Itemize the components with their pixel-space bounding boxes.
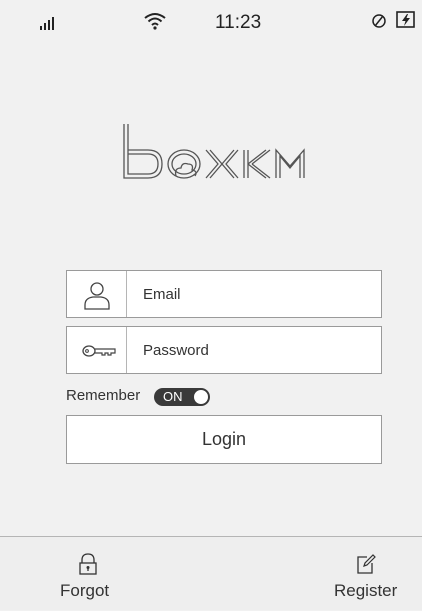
register-label: Register [334, 581, 398, 600]
status-time: 11:23 [215, 12, 262, 33]
bottom-bar: Forgot Register [0, 536, 422, 610]
rotation-lock-icon [372, 14, 386, 28]
register-button[interactable]: Register [330, 537, 410, 611]
password-label: Password [143, 342, 209, 359]
battery-charging-icon [396, 11, 415, 28]
remember-label: Remember [66, 387, 141, 404]
app-logo [123, 124, 305, 179]
key-icon [82, 345, 116, 357]
forgot-label: Forgot [60, 581, 110, 600]
email-icon-cell [67, 271, 127, 317]
wifi-icon [144, 13, 166, 30]
remember-toggle[interactable]: ON [154, 388, 210, 406]
signal-icon [40, 16, 56, 30]
lock-icon [79, 553, 97, 575]
toggle-knob [193, 389, 209, 405]
login-button[interactable]: Login [66, 415, 382, 464]
forgot-button[interactable]: Forgot [56, 537, 136, 611]
email-field[interactable]: Email [66, 270, 382, 318]
email-label: Email [143, 286, 181, 303]
toggle-state-text: ON [163, 389, 183, 404]
password-icon-cell [67, 327, 127, 373]
user-icon [84, 282, 110, 310]
password-field[interactable]: Password [66, 326, 382, 374]
status-bar: 11:23 [0, 0, 422, 48]
edit-icon [357, 554, 376, 574]
